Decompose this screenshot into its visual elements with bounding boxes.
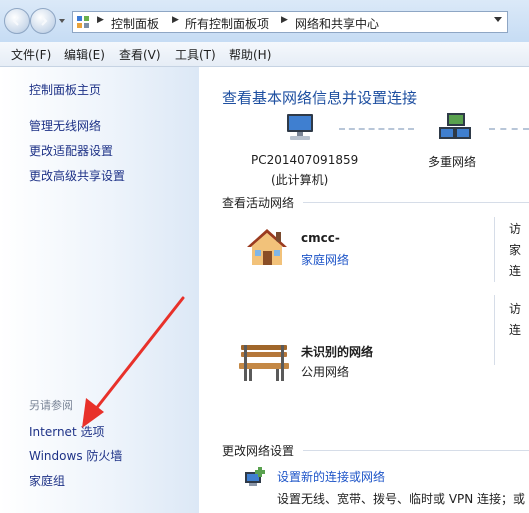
network-type-link[interactable]: 家庭网络: [301, 251, 349, 268]
page-title: 查看基本网络信息并设置连接: [222, 89, 418, 107]
main-panel: 查看基本网络信息并设置连接 PC201407091859 (此计算机) 多重网络…: [199, 67, 529, 513]
control-panel-icon: [77, 16, 89, 28]
connection-line: [339, 128, 414, 130]
forward-button[interactable]: [30, 8, 56, 34]
computer-icon[interactable]: [284, 112, 318, 144]
section-divider: [303, 202, 529, 203]
back-arrow-icon: [12, 16, 19, 26]
new-connection-icon: [245, 467, 265, 486]
homegroup-label: 家: [509, 243, 522, 257]
menu-help[interactable]: 帮助(H): [229, 46, 271, 63]
computer-name: PC201407091859: [251, 153, 359, 167]
window-titlebar: ▶ 控制面板 ▶ 所有控制面板项 ▶ 网络和共享中心: [0, 0, 529, 42]
section-divider: [303, 450, 529, 451]
sidebar-link-homegroup[interactable]: 家庭组: [29, 472, 65, 489]
breadcrumb-separator-icon[interactable]: ▶: [172, 15, 179, 25]
connections-label: 连: [509, 323, 522, 337]
network-divider: [494, 295, 495, 365]
access-type-label: 访: [509, 302, 522, 316]
address-bar[interactable]: ▶ 控制面板 ▶ 所有控制面板项 ▶ 网络和共享中心: [72, 11, 508, 33]
sidebar-link-manage-wireless[interactable]: 管理无线网络: [29, 117, 101, 134]
menu-tools[interactable]: 工具(T): [175, 46, 216, 63]
menu-bar: 文件(F) 编辑(E) 查看(V) 工具(T) 帮助(H): [0, 42, 529, 67]
sidebar-link-adapter-settings[interactable]: 更改适配器设置: [29, 142, 113, 159]
multi-network-label: 多重网络: [428, 155, 477, 169]
breadcrumb-network-center[interactable]: 网络和共享中心: [295, 15, 379, 32]
back-button[interactable]: [4, 8, 30, 34]
network-divider: [494, 217, 495, 282]
access-type-label: 访: [509, 222, 522, 236]
sidebar-link-internet-options[interactable]: Internet 选项: [29, 423, 104, 440]
public-network-bench-icon: [239, 345, 289, 381]
see-also-header: 另请参阅: [29, 399, 73, 412]
active-networks-header: 查看活动网络: [222, 196, 295, 210]
forward-arrow-icon: [41, 16, 48, 26]
menu-file[interactable]: 文件(F): [11, 46, 51, 63]
change-settings-header: 更改网络设置: [222, 444, 295, 458]
menu-edit[interactable]: 编辑(E): [64, 46, 105, 63]
connections-label: 连: [509, 264, 522, 278]
setup-new-connection-link[interactable]: 设置新的连接或网络: [277, 468, 385, 485]
connection-line-internet: [489, 128, 529, 130]
sidebar-link-windows-firewall[interactable]: Windows 防火墙: [29, 447, 122, 464]
breadcrumb-separator-icon[interactable]: ▶: [281, 15, 288, 25]
multiple-networks-icon[interactable]: [435, 111, 475, 145]
address-dropdown-icon[interactable]: [494, 17, 502, 22]
breadcrumb-all-items[interactable]: 所有控制面板项: [185, 15, 269, 32]
home-network-icon: [247, 229, 287, 265]
breadcrumb-separator-icon[interactable]: ▶: [97, 15, 104, 25]
sidebar: 控制面板主页 管理无线网络 更改适配器设置 更改高级共享设置 另请参阅 Inte…: [0, 67, 199, 513]
network-type: 公用网络: [301, 365, 350, 379]
menu-view[interactable]: 查看(V): [119, 46, 161, 63]
breadcrumb-control-panel[interactable]: 控制面板: [111, 15, 159, 32]
network-name: 未识别的网络: [301, 345, 374, 359]
recent-pages-dropdown-icon[interactable]: [59, 19, 65, 23]
setup-description: 设置无线、宽带、拨号、临时或 VPN 连接；或: [277, 492, 526, 506]
network-name: cmcc-: [301, 231, 340, 245]
sidebar-link-advanced-sharing[interactable]: 更改高级共享设置: [29, 167, 125, 184]
sidebar-link-control-panel-home[interactable]: 控制面板主页: [29, 81, 101, 98]
computer-subtitle: (此计算机): [271, 173, 329, 187]
